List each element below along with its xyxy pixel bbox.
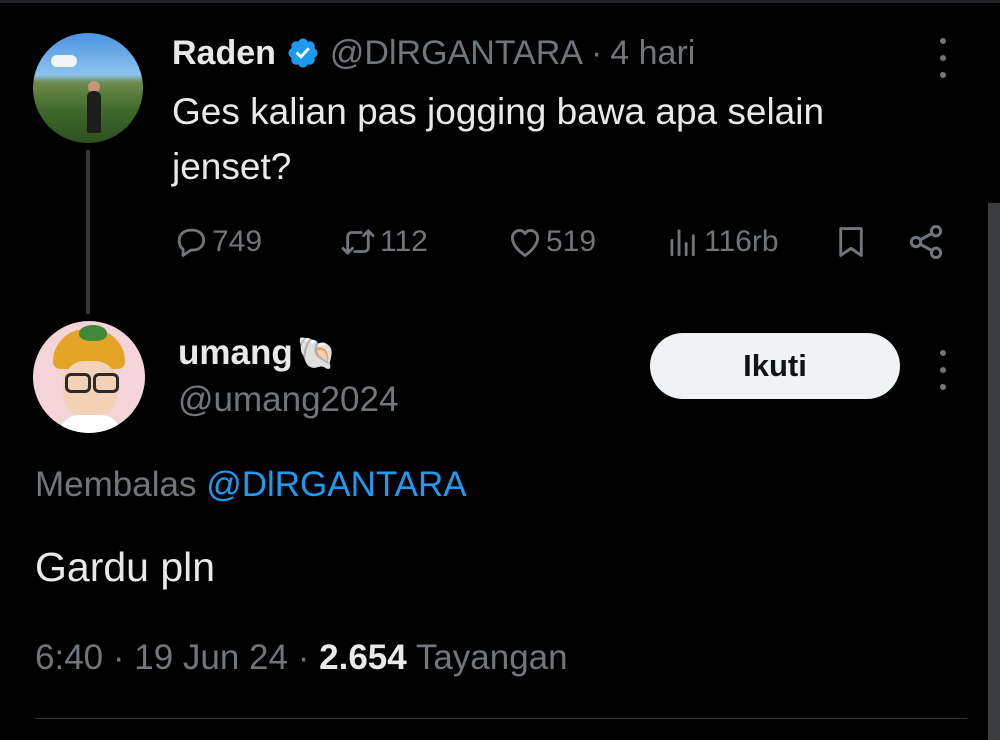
views-chart-icon — [664, 223, 702, 261]
dot — [940, 367, 946, 373]
more-vertical-icon[interactable] — [936, 38, 950, 78]
parent-tweet-text: Ges kalian pas jogging bawa apa selain j… — [172, 91, 825, 187]
scrollbar[interactable] — [988, 203, 1000, 740]
avatar-cloud — [51, 55, 77, 67]
top-divider — [0, 0, 1000, 3]
parent-display-name[interactable]: Raden — [172, 34, 276, 73]
parent-time[interactable]: 4 hari — [610, 34, 695, 73]
like-count: 519 — [546, 225, 597, 258]
dot — [940, 72, 946, 78]
reply-icon — [172, 223, 210, 261]
thread-connector-line — [86, 150, 90, 314]
avatar-leaf — [79, 325, 107, 341]
parent-avatar[interactable] — [33, 33, 143, 143]
reply-tweet-text: Gardu pln — [35, 544, 216, 590]
bookmark-button[interactable] — [832, 218, 870, 266]
bookmark-icon — [832, 222, 870, 262]
parent-handle[interactable]: @DlRGANTARA — [330, 34, 583, 73]
retweet-button[interactable]: 112 — [338, 218, 428, 266]
reply-views-label: Tayangan — [415, 638, 568, 677]
dot — [940, 384, 946, 390]
views-button[interactable]: 116rb — [664, 218, 779, 266]
views-count: 116rb — [704, 225, 779, 258]
replying-to-prefix: Membalas — [35, 465, 197, 504]
separator-dot: · — [590, 33, 603, 72]
reply-handle[interactable]: @umang2024 — [178, 380, 398, 420]
like-button[interactable]: 519 — [506, 218, 596, 266]
retweet-icon — [338, 223, 378, 261]
more-vertical-icon[interactable] — [936, 350, 950, 390]
parent-header: Raden @DlRGANTARA · 4 hari — [172, 30, 695, 76]
heart-icon — [506, 223, 544, 261]
reply-views-count: 2.654 — [319, 638, 407, 677]
follow-button[interactable]: Ikuti — [650, 333, 900, 399]
avatar-person-body — [87, 91, 101, 133]
reply-count: 749 — [212, 225, 263, 258]
reply-display-name[interactable]: umang — [178, 333, 293, 373]
reply-name-row: umang 🐚 — [178, 330, 337, 376]
parent-actions-bar: 749 112 519 116rb — [172, 218, 948, 266]
dot — [940, 350, 946, 356]
replying-to-mention[interactable]: @DlRGANTARA — [206, 465, 466, 504]
bottom-divider — [35, 718, 967, 719]
reply-time[interactable]: 6:40 — [35, 638, 103, 677]
avatar-shirt — [59, 415, 121, 433]
reply-date[interactable]: 19 Jun 24 — [134, 638, 288, 677]
reply-button[interactable]: 749 — [172, 218, 262, 266]
replying-to-line: Membalas @DlRGANTARA — [35, 465, 467, 505]
separator-dot: · — [297, 638, 310, 677]
reply-avatar[interactable] — [33, 321, 145, 433]
avatar-glasses-left — [65, 373, 91, 393]
separator-dot: · — [112, 638, 125, 677]
verified-badge-icon — [286, 36, 320, 70]
dot — [940, 38, 946, 44]
dot — [940, 55, 946, 61]
avatar-glasses-right — [93, 373, 119, 393]
shell-emoji-icon: 🐚 — [296, 335, 337, 371]
share-icon — [906, 222, 946, 262]
reply-meta-line: 6:40 · 19 Jun 24 · 2.654 Tayangan — [35, 638, 568, 678]
retweet-count: 112 — [380, 225, 428, 258]
share-button[interactable] — [906, 218, 946, 266]
